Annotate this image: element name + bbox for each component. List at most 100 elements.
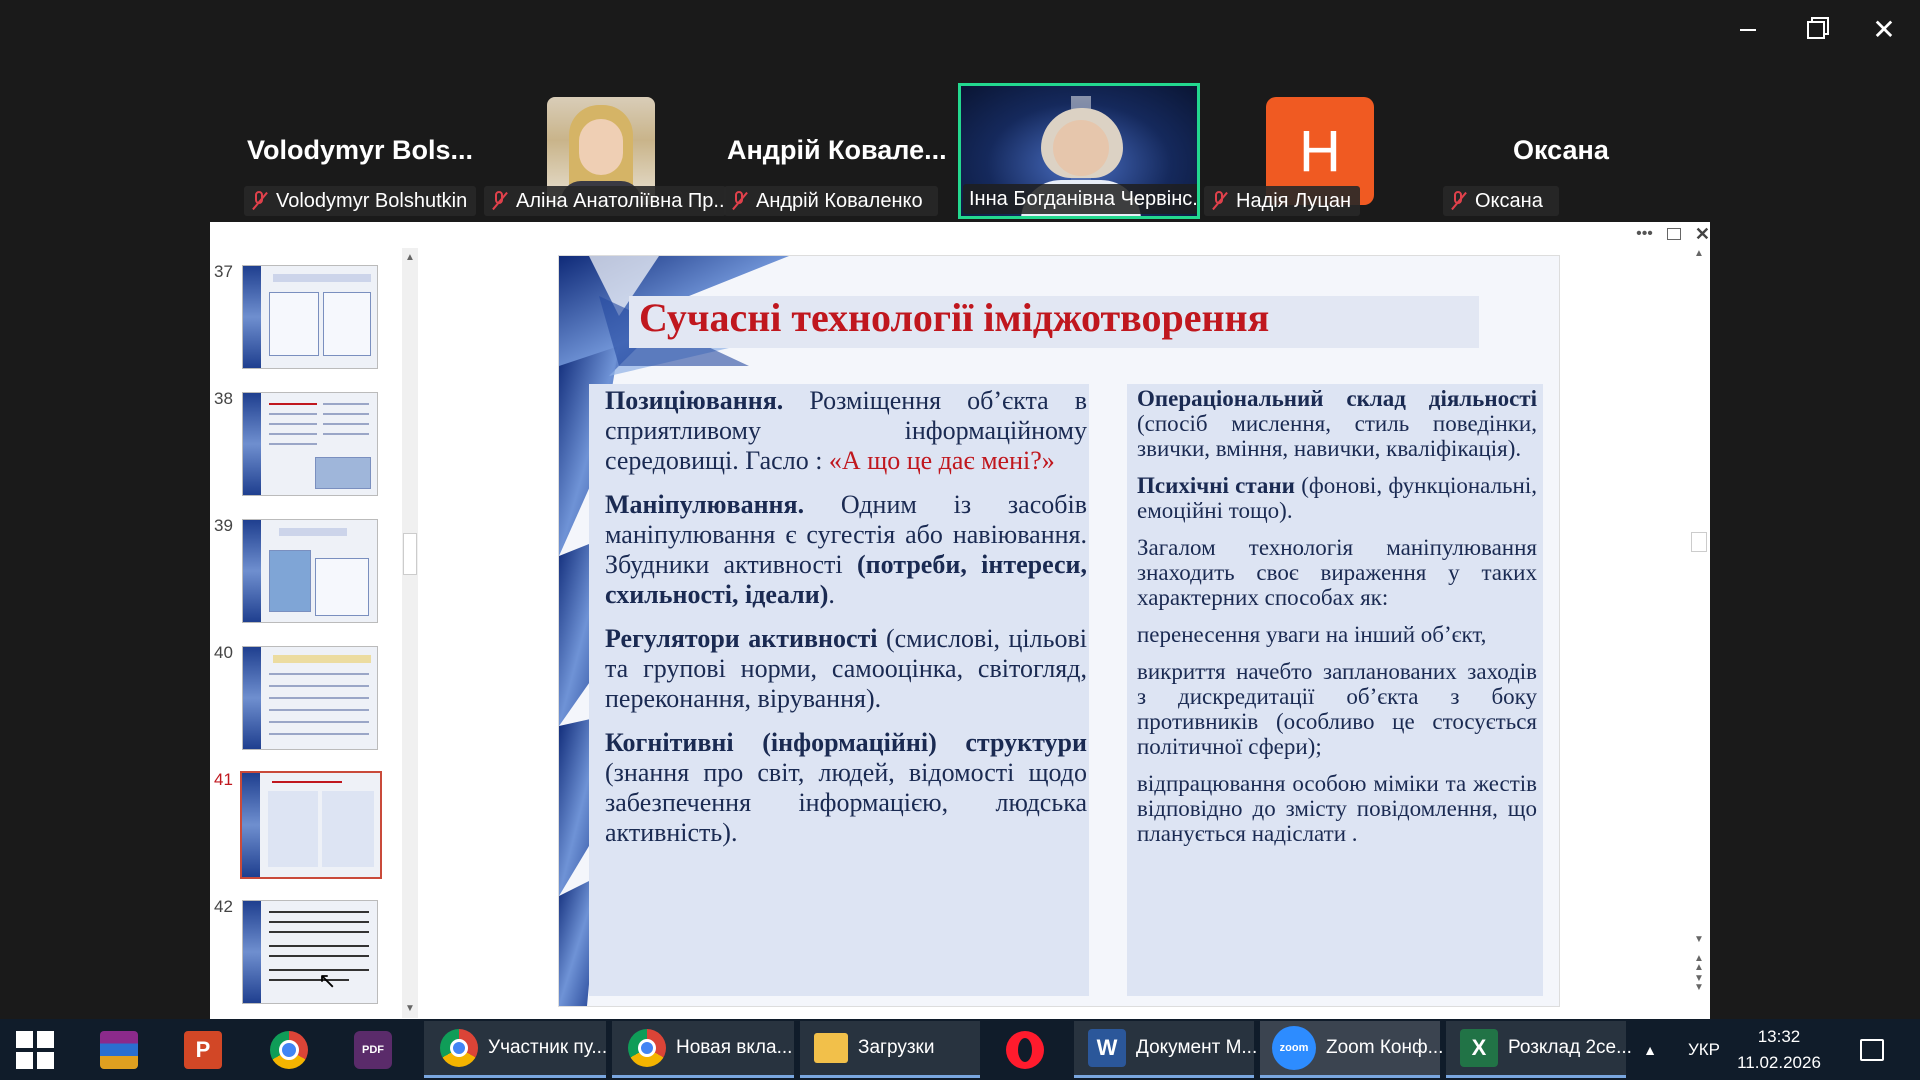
scroll-up-arrow-icon[interactable]: ▲ — [405, 252, 415, 263]
powerpoint-icon: P — [184, 1030, 222, 1069]
close-icon[interactable]: ✕ — [1695, 224, 1710, 245]
thumbnail-number: 38 — [214, 389, 233, 408]
slide-canvas: Сучасні технології іміджотворення Позиці… — [558, 255, 1560, 1007]
taskbar-excel[interactable]: X Розклад 2се... — [1446, 1021, 1632, 1078]
thumbnail-number: 37 — [214, 262, 233, 281]
participant-label-text: Інна Богданівна Червінс... — [969, 187, 1200, 210]
word-icon: W — [1088, 1029, 1126, 1067]
taskbar-label: Загрузки — [858, 1037, 935, 1058]
thumbnail-number: 42 — [214, 897, 233, 916]
slide-title: Сучасні технології іміджотворення — [639, 295, 1270, 340]
participant-label-text: Надія Луцан — [1236, 189, 1352, 212]
taskbar-label: Участник пу... — [488, 1037, 608, 1058]
clock[interactable]: 13:32 11.02.2026 — [1734, 1021, 1824, 1078]
windows-start-icon — [16, 1030, 54, 1069]
right-paragraph-2: Психічні стани (фонові, функціональні, е… — [1137, 473, 1537, 523]
taskbar-powerpoint[interactable]: P — [170, 1021, 236, 1078]
taskbar-pdf[interactable]: PDF — [340, 1021, 406, 1078]
notification-icon — [1860, 1038, 1884, 1061]
minimize-icon — [1740, 29, 1756, 31]
active-speaker-video[interactable]: Інна Богданівна Червінс... — [958, 83, 1200, 219]
muted-mic-icon — [1449, 190, 1467, 212]
scroll-down-arrow-icon[interactable]: ▼ — [405, 1003, 415, 1014]
slide-scrollbar[interactable]: ▲ ▼ ▲ ▲ ▼ ▼ — [1690, 246, 1708, 996]
taskbar-label: Новая вкла... — [676, 1037, 793, 1058]
scroll-thumb[interactable] — [1691, 532, 1707, 552]
taskbar-chrome-participant[interactable]: Участник пу... — [424, 1021, 608, 1078]
taskbar-opera[interactable] — [992, 1021, 1058, 1078]
slide-thumbnail[interactable] — [242, 519, 378, 623]
taskbar-label: Документ M... — [1136, 1037, 1258, 1058]
thumbnail-number: 39 — [214, 516, 233, 535]
taskbar-label: Розклад 2се... — [1508, 1037, 1632, 1058]
left-paragraph-4: Когнітивні (інформаційні) структури (зна… — [605, 728, 1087, 847]
prev-slide-icon[interactable]: ▲ ▲ — [1694, 954, 1704, 973]
close-window-button[interactable]: ✕ — [1854, 10, 1914, 50]
slide-thumbnail[interactable] — [242, 646, 378, 750]
notifications-button[interactable] — [1840, 1021, 1904, 1078]
clock-date: 11.02.2026 — [1737, 1052, 1821, 1072]
excel-icon: X — [1460, 1029, 1498, 1067]
share-toolbar: ••• ✕ — [1620, 224, 1710, 244]
chevron-up-icon: ▲ — [1643, 1041, 1657, 1058]
participant-label-4: Інна Богданівна Червінс... — [963, 184, 1200, 214]
slide-thumbnail-selected[interactable] — [240, 771, 382, 879]
taskbar-winrar[interactable] — [86, 1021, 152, 1078]
slide-right-text: Операціональний склад діяльності (спосіб… — [1137, 386, 1537, 846]
taskbar-downloads[interactable]: Загрузки — [800, 1021, 980, 1078]
right-paragraph-3: Загалом технологія маніпулювання знаходи… — [1137, 535, 1537, 610]
more-icon[interactable]: ••• — [1636, 225, 1653, 243]
slide-thumbnail[interactable] — [242, 265, 378, 369]
thumbnail-scrollbar[interactable]: ▲ ▼ — [402, 248, 418, 1018]
taskbar-word[interactable]: W Документ M... — [1074, 1021, 1258, 1078]
muted-mic-icon — [1210, 190, 1228, 212]
participant-label-5[interactable]: Надія Луцан — [1204, 186, 1360, 216]
scroll-thumb[interactable] — [403, 533, 417, 575]
participant-label-text: Аліна Анатоліївна Пр... — [516, 189, 726, 212]
taskbar-label: Zoom Конф... — [1326, 1037, 1444, 1058]
right-paragraph-1: Операціональний склад діяльності (спосіб… — [1137, 386, 1537, 461]
pdf-icon: PDF — [354, 1030, 392, 1069]
slide-thumbnail[interactable] — [242, 900, 378, 1004]
chrome-profile-icon — [628, 1029, 666, 1067]
next-slide-icon[interactable]: ▼ ▼ — [1694, 974, 1704, 993]
thumbnail-number-selected: 41 — [214, 770, 233, 789]
muted-mic-icon — [730, 190, 748, 212]
taskbar-chrome-newtab[interactable]: Новая вкла... — [612, 1021, 794, 1078]
slide-left-text: Позиціювання. Розміщення об’єкта в сприя… — [605, 386, 1087, 848]
thumbnail-number: 40 — [214, 643, 233, 662]
scroll-up-arrow-icon[interactable]: ▲ — [1694, 248, 1704, 259]
participant-label-text: Андрій Коваленко — [756, 189, 923, 212]
right-paragraph-6: відпрацювання особою міміки та жестів ві… — [1137, 771, 1537, 846]
language-indicator[interactable]: УКР — [1676, 1021, 1732, 1078]
left-paragraph-1: Позиціювання. Розміщення об’єкта в сприя… — [605, 386, 1087, 475]
right-paragraph-5: викриття начебто запланованих заходів з … — [1137, 659, 1537, 759]
taskbar-zoom[interactable]: zoom Zoom Конф... — [1260, 1021, 1444, 1078]
participant-label-text: Оксана — [1475, 189, 1543, 212]
participant-label-6[interactable]: Оксана — [1443, 186, 1559, 216]
minimize-button[interactable] — [1718, 10, 1778, 50]
participant-label-3[interactable]: Андрій Коваленко — [724, 186, 938, 216]
restore-button[interactable] — [1786, 10, 1846, 50]
start-button[interactable] — [0, 1021, 70, 1078]
muted-mic-icon — [490, 190, 508, 212]
mouse-cursor-icon: ↖ — [318, 968, 337, 993]
scroll-down-arrow-icon[interactable]: ▼ — [1694, 934, 1704, 945]
left-paragraph-2: Маніпулювання. Одним із засобів маніпулю… — [605, 490, 1087, 609]
left-paragraph-3: Регулятори активності (смислові, цільові… — [605, 624, 1087, 713]
chrome-icon — [270, 1030, 308, 1069]
taskbar-chrome[interactable] — [256, 1021, 322, 1078]
participant-name-1: Volodymyr Bols... — [247, 135, 474, 165]
muted-mic-icon — [250, 190, 268, 212]
participant-label-1[interactable]: Volodymyr Bolshutkin — [244, 186, 476, 216]
participant-name-3: Андрій Ковале... — [727, 135, 947, 165]
participant-label-2[interactable]: Аліна Анатоліївна Пр... — [484, 186, 726, 216]
chrome-profile-icon — [440, 1029, 478, 1067]
tray-overflow-button[interactable]: ▲ — [1636, 1021, 1664, 1078]
winrar-icon — [100, 1030, 138, 1069]
slide-thumbnail[interactable] — [242, 392, 378, 496]
folder-icon — [814, 1033, 848, 1063]
close-icon: ✕ — [1872, 14, 1896, 45]
popout-icon[interactable] — [1666, 228, 1681, 240]
clock-time: 13:32 — [1757, 1026, 1801, 1046]
